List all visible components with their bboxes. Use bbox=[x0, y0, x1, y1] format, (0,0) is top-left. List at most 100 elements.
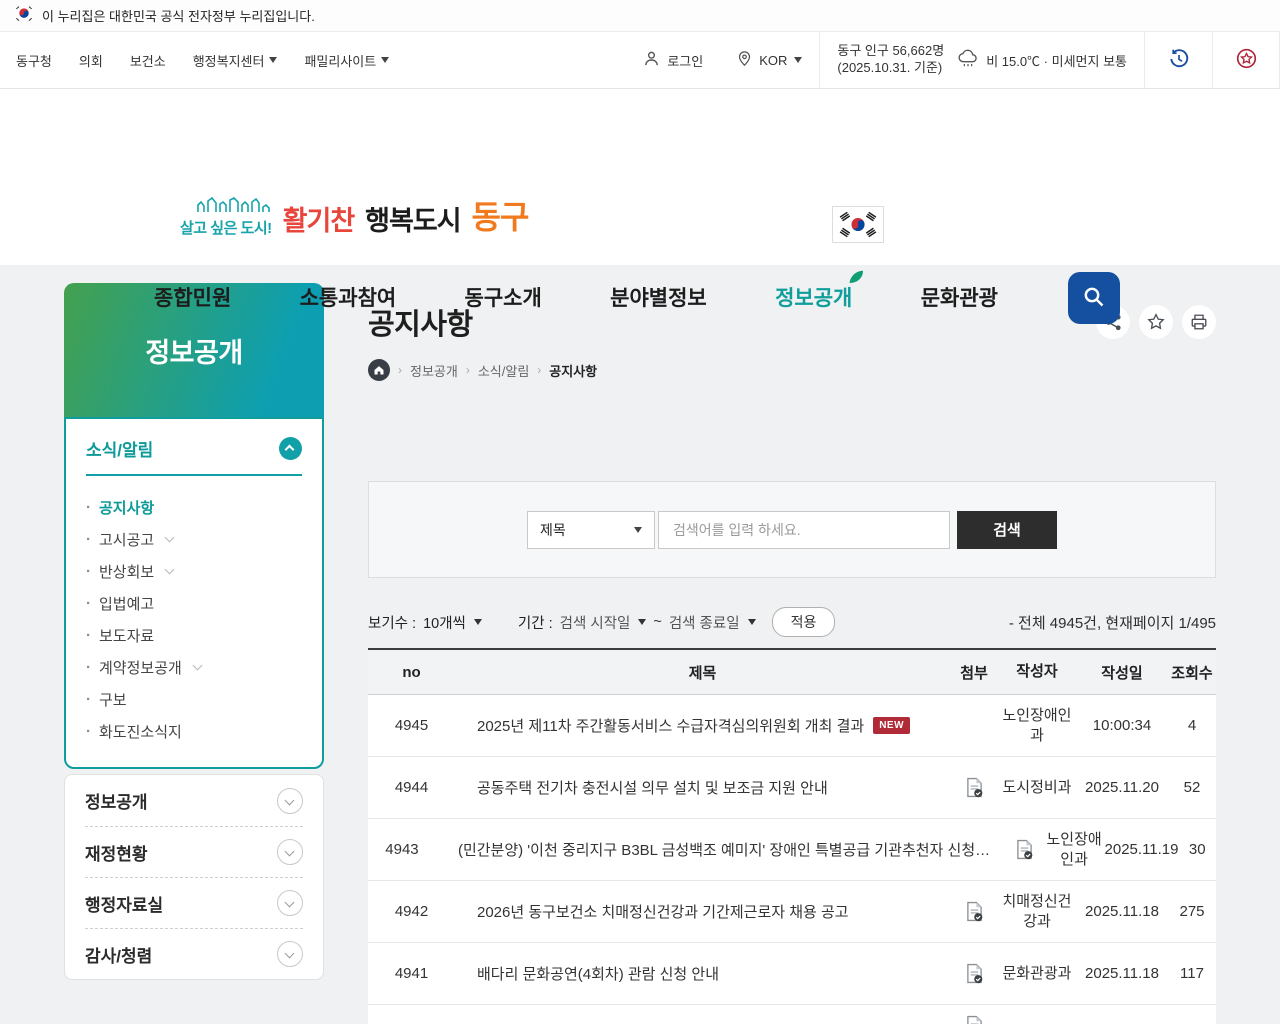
attachment-icon bbox=[1006, 839, 1043, 860]
login-button[interactable]: 로그인 bbox=[626, 32, 720, 88]
link-dongu-office[interactable]: 동구청 bbox=[16, 51, 52, 70]
bullet-icon: · bbox=[86, 594, 91, 612]
sidebar-accordions: 정보공개 재정현황 행정자료실 감사/청렴 bbox=[64, 774, 324, 980]
logo-slogan-1: 활기찬 bbox=[282, 206, 356, 236]
dropdown-arrow-icon bbox=[638, 619, 647, 625]
view-count-label: 보기수 : bbox=[368, 615, 417, 632]
nav-about-dongu[interactable]: 동구소개 bbox=[463, 278, 544, 316]
bullet-icon: · bbox=[86, 562, 91, 580]
bullet-icon: · bbox=[86, 530, 91, 548]
link-family-sites[interactable]: 패밀리사이트 bbox=[304, 51, 390, 70]
site-logo[interactable]: 살고 싶은 도시! 활기찬 행복도시 동구 bbox=[180, 192, 529, 238]
sidebar-item-press-releases[interactable]: · 보도자료 bbox=[86, 619, 302, 651]
board-search-panel: 제목 검색 bbox=[368, 481, 1216, 578]
sidebar-section-info-disclosure[interactable]: 정보공개 bbox=[85, 775, 303, 826]
link-admin-welfare-center[interactable]: 행정복지센터 bbox=[193, 51, 278, 70]
sidebar-item-neighborhood-bulletin[interactable]: · 반상회보 bbox=[86, 555, 302, 587]
gov-banner-text: 이 누리집은 대한민국 공식 전자정부 누리집입니다. bbox=[42, 9, 315, 24]
notice-title-link[interactable]: 배다리 문화공연(4회차) 관람 신청 안내 bbox=[455, 963, 950, 984]
row-number: 4944 bbox=[394, 779, 429, 796]
chevron-down-icon bbox=[164, 532, 175, 542]
link-council[interactable]: 의회 bbox=[79, 51, 103, 70]
sidebar-item-hwadojin-newsletter[interactable]: · 화도진소식지 bbox=[86, 715, 302, 747]
notice-table: no 제목 첨부 작성자 작성일 조회수 4945 2025년 제11차 주간활… bbox=[368, 648, 1216, 1024]
nav-communication[interactable]: 소통과참여 bbox=[298, 278, 399, 316]
print-button[interactable] bbox=[1182, 305, 1216, 339]
breadcrumb-separator: › bbox=[537, 363, 542, 377]
favorite-star-button[interactable] bbox=[1139, 305, 1173, 339]
row-author: 도시정비과 bbox=[1002, 778, 1072, 796]
population-weather: 동구 인구 56,662명 (2025.10.31. 기준) 비 15.0℃ ·… bbox=[819, 32, 1144, 88]
chevron-down-icon bbox=[192, 660, 203, 670]
view-count-select[interactable]: 10개씩 bbox=[423, 612, 482, 633]
row-number: 4942 bbox=[394, 903, 429, 920]
nav-culture-tourism[interactable]: 문화관광 bbox=[919, 278, 1000, 316]
nav-field-info[interactable]: 분야별정보 bbox=[608, 278, 709, 316]
history-button[interactable] bbox=[1144, 32, 1212, 88]
breadcrumb-info-disclosure[interactable]: 정보공개 bbox=[410, 361, 458, 380]
period-label: 기간 : bbox=[517, 615, 553, 632]
notice-title-link[interactable]: (민간분양) '이천 중리지구 B3BL 금성백조 예미지' 장애인 특별공급 … bbox=[436, 839, 1006, 860]
board-filter-row: 보기수 : 10개씩 기간 : 검색 시작일 ~ 검색 종료일 적용 - 전체 … bbox=[368, 607, 1216, 637]
korean-flag-image bbox=[832, 206, 884, 243]
chevron-down-icon[interactable] bbox=[277, 941, 303, 967]
apply-button[interactable]: 적용 bbox=[771, 607, 836, 637]
table-header: no 제목 첨부 작성자 작성일 조회수 bbox=[368, 648, 1216, 695]
search-submit-button[interactable]: 검색 bbox=[957, 510, 1057, 549]
chevron-up-icon[interactable] bbox=[279, 437, 302, 460]
sidebar-item-legislation-notice[interactable]: · 입법예고 bbox=[86, 587, 302, 619]
person-icon bbox=[643, 50, 660, 70]
main-nav: 종합민원 소통과참여 동구소개 분야별정보 정보공개 문화관광 bbox=[152, 269, 1000, 324]
nav-civil-service[interactable]: 종합민원 bbox=[152, 278, 233, 316]
dropdown-arrow-icon bbox=[381, 57, 390, 63]
row-date: 2025.11.19 bbox=[1104, 841, 1179, 858]
sidebar-section-audit[interactable]: 감사/청렴 bbox=[85, 928, 303, 979]
sidebar-item-gu-bulletin[interactable]: · 구보 bbox=[86, 683, 302, 715]
end-date-select[interactable]: 검색 종료일 bbox=[669, 612, 756, 633]
row-author: 노인장애인과 bbox=[1002, 707, 1072, 744]
bullet-icon: · bbox=[86, 498, 91, 516]
notice-title-link[interactable]: 2026년 동구보건소 치매정신건강과 기간제근로자 채용 공고 bbox=[455, 901, 950, 922]
table-row-partial bbox=[368, 1005, 1216, 1024]
row-date: 2025.11.18 bbox=[1085, 965, 1159, 982]
chevron-down-icon[interactable] bbox=[277, 890, 303, 916]
site-header: 살고 싶은 도시! 활기찬 행복도시 동구 종합민원 소통과참여 동구소개 분야… bbox=[0, 89, 1280, 324]
dropdown-arrow-icon bbox=[473, 619, 482, 625]
sidebar-section-news-header[interactable]: 소식/알림 bbox=[86, 436, 302, 476]
site-search-button[interactable] bbox=[1068, 272, 1120, 324]
language-selector[interactable]: KOR bbox=[720, 32, 819, 88]
search-category-select[interactable]: 제목 bbox=[527, 510, 655, 549]
table-row: 4942 2026년 동구보건소 치매정신건강과 기간제근로자 채용 공고 치매… bbox=[368, 881, 1216, 943]
new-badge: NEW bbox=[873, 717, 911, 734]
sidebar-section-admin-library[interactable]: 행정자료실 bbox=[85, 877, 303, 928]
leaf-icon bbox=[848, 266, 864, 290]
chevron-down-icon[interactable] bbox=[277, 839, 303, 865]
breadcrumb-current: 공지사항 bbox=[549, 363, 598, 379]
search-input[interactable] bbox=[658, 510, 950, 549]
row-views: 117 bbox=[1180, 965, 1204, 982]
attachment-icon bbox=[950, 901, 998, 922]
notice-title-link[interactable]: 공동주택 전기차 충전시설 의무 설치 및 보조금 지원 안내 bbox=[455, 777, 950, 798]
table-row: 4941 배다리 문화공연(4회차) 관람 신청 안내 문화관광과 2025.1… bbox=[368, 943, 1216, 1005]
link-health-center[interactable]: 보건소 bbox=[130, 51, 166, 70]
start-date-select[interactable]: 검색 시작일 bbox=[560, 612, 647, 633]
row-views: 4 bbox=[1187, 717, 1197, 734]
sidebar-item-notices[interactable]: · 공지사항 bbox=[86, 491, 302, 523]
bullet-icon: · bbox=[86, 690, 91, 708]
sidebar-item-contract-info[interactable]: · 계약정보공개 bbox=[86, 651, 302, 683]
breadcrumb-news[interactable]: 소식/알림 bbox=[478, 361, 529, 380]
main-panel: 공지사항 › 정보공개 › 소식/알림 › 공지사항 제목 검색어를 입력 하세… bbox=[368, 283, 1216, 1024]
dropdown-arrow-icon bbox=[634, 526, 642, 533]
sidebar-item-public-announcements[interactable]: · 고시공고 bbox=[86, 523, 302, 555]
certification-badge-button[interactable] bbox=[1212, 32, 1280, 88]
logo-slogan-small: 살고 싶은 도시! bbox=[180, 196, 272, 238]
home-icon[interactable] bbox=[368, 359, 390, 381]
attachment-icon bbox=[950, 963, 998, 984]
sidebar-subitems: · 공지사항 · 고시공고 · 반상회보 · 입법예고 · 보도자료 · 계약정… bbox=[86, 476, 302, 747]
sidebar-section-finance[interactable]: 재정현황 bbox=[85, 826, 303, 877]
chevron-down-icon[interactable] bbox=[277, 787, 303, 814]
nav-info-disclosure[interactable]: 정보공개 bbox=[773, 270, 864, 316]
magnifier-icon bbox=[1082, 285, 1106, 312]
sidebar: 정보공개 소식/알림 · 공지사항 · 고시공고 · 반상회보 · 입법예고 ·… bbox=[64, 283, 324, 1024]
notice-title-link[interactable]: 2025년 제11차 주간활동서비스 수급자격심의위원회 개최 결과 NEW bbox=[455, 715, 950, 736]
